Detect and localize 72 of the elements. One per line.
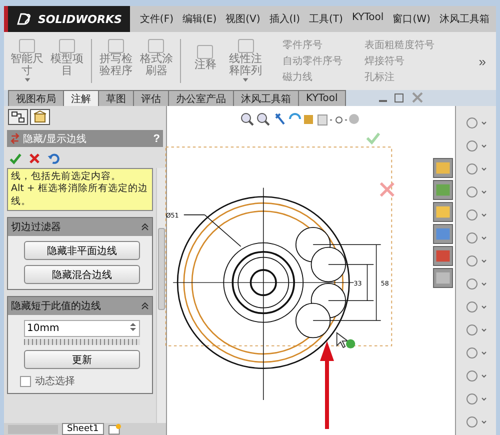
collapse-icon[interactable] [141, 223, 149, 232]
tab[interactable]: 评估 [133, 90, 169, 106]
ribbon-button[interactable]: 注释 [186, 45, 224, 77]
caret-icon[interactable] [24, 76, 31, 83]
menu-item[interactable]: 编辑(E) [182, 12, 217, 26]
ribbon-button[interactable]: 拼写检验程序 [97, 39, 136, 83]
confirm-icon[interactable] [9, 152, 22, 165]
update-button[interactable]: 更新 [24, 350, 140, 370]
property-icon[interactable] [30, 109, 50, 125]
close-icon[interactable] [28, 152, 41, 165]
sketch-tool-icon[interactable] [464, 323, 488, 337]
group-header[interactable]: 切边过滤器 [8, 218, 152, 236]
overflow-button[interactable]: » [472, 52, 492, 70]
sketch-tool-icon[interactable] [464, 415, 488, 429]
sketch-tool-icon[interactable] [464, 162, 488, 176]
tree-icon[interactable] [8, 109, 28, 125]
undo-icon[interactable] [47, 152, 60, 165]
message-text: 线，包括先前选定内容。 [11, 171, 122, 183]
ribbon-button[interactable]: 格式涂刷器 [137, 39, 176, 83]
filter-button[interactable]: 隐藏非平面边线 [24, 241, 140, 260]
spinner-arrows-icon[interactable] [129, 321, 137, 334]
sketch-tool-icon[interactable] [464, 185, 488, 199]
menu-item[interactable]: 沐风工具箱 [439, 12, 490, 26]
sketch-tool-icon[interactable] [464, 231, 488, 245]
group-title: 切边过滤器 [11, 220, 61, 234]
ribbon-button[interactable]: 模型项目 [48, 39, 86, 83]
app-logo: SOLIDWORKS [38, 12, 122, 26]
menu-item[interactable]: 视图(V) [226, 12, 260, 26]
sketch-tool-icon[interactable] [464, 392, 488, 406]
tab[interactable]: 沐风工具箱 [233, 90, 299, 106]
menu-item[interactable]: 窗口(W) [392, 12, 430, 26]
sketch-tool-icon[interactable] [464, 116, 488, 130]
length-field[interactable]: 10mm [24, 320, 140, 338]
ribbon-button[interactable]: 智能尺寸 [8, 39, 46, 83]
sketch-tool-icon[interactable] [464, 254, 488, 268]
sketch-tool-icon[interactable] [464, 300, 488, 314]
tab[interactable]: 办公室产品 [168, 90, 234, 106]
task-pane-icon[interactable] [433, 202, 453, 222]
logo-icon [16, 13, 32, 25]
filter-button[interactable]: 隐藏混合边线 [24, 265, 140, 284]
sheet-tab[interactable]: Sheet1 [62, 423, 104, 435]
sketch-tool-icon[interactable] [464, 208, 488, 222]
view-toolbar[interactable] [240, 112, 360, 126]
swap-icon [10, 132, 20, 145]
tab[interactable]: 视图布局 [8, 90, 64, 106]
sketch-tool-icon[interactable] [464, 346, 488, 360]
task-pane-icon[interactable] [433, 180, 453, 200]
message-text: Alt + 框选将消除所有选定的边线。 [11, 183, 149, 208]
tab[interactable]: KYTool [298, 90, 346, 106]
checkbox-label: 动态选择 [35, 374, 75, 388]
sketch-tool-icon[interactable] [464, 139, 488, 153]
collapse-icon[interactable] [141, 302, 149, 310]
tab[interactable]: 草图 [98, 90, 134, 106]
sketch-tool-icon[interactable] [464, 277, 488, 291]
task-pane-icon[interactable] [433, 246, 453, 266]
menu-item[interactable]: 插入(I) [269, 12, 300, 26]
task-pane-icon[interactable] [433, 268, 453, 288]
caret-icon[interactable] [242, 76, 250, 83]
group-title: 隐藏短于此值的边线 [11, 300, 101, 314]
sketch-tool-icon[interactable] [464, 369, 488, 383]
panel-title: 隐藏/显示边线 [23, 132, 88, 146]
group-header[interactable]: 隐藏短于此值的边线 [8, 297, 152, 316]
checkbox[interactable] [20, 376, 31, 387]
menu-item[interactable]: 文件(F) [140, 12, 174, 26]
ribbon-button[interactable]: 线性注释阵列 [226, 39, 265, 83]
add-sheet-icon[interactable] [108, 423, 122, 435]
task-pane-icon[interactable] [433, 224, 453, 244]
menu-item[interactable]: KYTool [352, 12, 384, 26]
scrollbar[interactable] [156, 168, 166, 423]
task-pane-icon[interactable] [433, 158, 453, 178]
menu-item[interactable]: 工具(T) [309, 12, 343, 26]
tab[interactable]: 注解 [63, 90, 99, 106]
